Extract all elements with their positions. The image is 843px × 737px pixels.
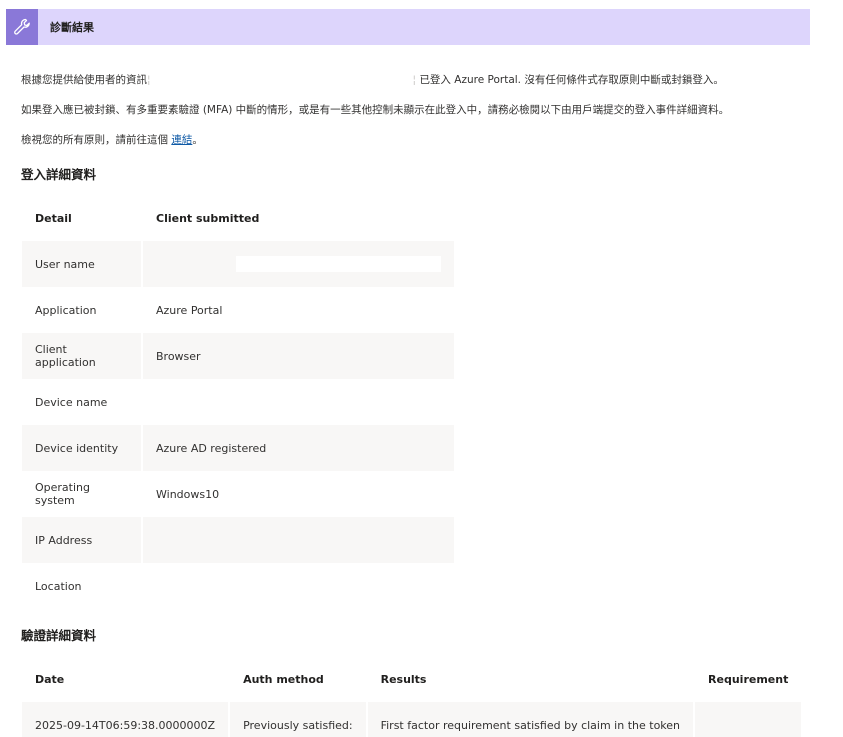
table-row: IP Address: [22, 517, 454, 563]
column-header-requirement: Requirement: [708, 672, 789, 686]
summary-line-3-suffix: 。: [192, 134, 203, 146]
table-row: Device identity Azure AD registered: [22, 425, 454, 471]
row-value: [143, 517, 454, 563]
row-label: Operating system: [35, 481, 90, 507]
summary-line-1-suffix: 已登入 Azure Portal. 沒有任何條件式存取原則中斷或封鎖登入。: [419, 74, 724, 86]
table-row: User name: [22, 241, 454, 287]
auth-details-title: 驗證詳細資料: [21, 628, 97, 643]
row-label: Device name: [35, 395, 108, 409]
summary-line-2: 如果登入應已被封鎖、有多重要素驗證 (MFA) 中斷的情形，或是有一些其他控制未…: [21, 104, 730, 116]
row-label: Location: [35, 579, 82, 593]
wrench-icon: [14, 18, 30, 35]
signin-details-header-row: Detail Client submitted: [22, 195, 454, 241]
auth-result: First factor requirement satisfied by cl…: [367, 702, 694, 737]
table-row: 2025-09-14T06:59:38.0000000Z Previously …: [22, 702, 802, 737]
row-value-user-name: [143, 241, 454, 287]
summary-line-3: 檢視您的所有原則，請前往這個 連結。: [21, 133, 203, 147]
table-row: Client application Browser: [22, 333, 454, 379]
auth-details-header-row: Date Auth method Results Requirement: [22, 656, 801, 702]
auth-details-table: Date Auth method Results Requirement 202…: [20, 656, 803, 737]
row-value: Azure AD registered: [143, 425, 454, 471]
row-value: [143, 563, 454, 609]
banner-title: 診斷結果: [50, 21, 94, 34]
auth-method: Previously satisfied:: [230, 702, 366, 737]
row-label: Client application: [22, 333, 141, 379]
summary-line-1: 根據您提供給使用者的資訊¦ ¦ 已登入 Azure Portal. 沒有任何條件式…: [21, 73, 724, 87]
policies-link[interactable]: 連結: [171, 134, 192, 146]
diagnostic-banner: 診斷結果: [6, 9, 810, 45]
redacted-user-end: ¦: [412, 74, 417, 86]
signin-details-table: Detail Client submitted User name Applic…: [20, 195, 456, 609]
column-header-results: Results: [380, 672, 427, 686]
table-row: Application Azure Portal: [22, 287, 454, 333]
row-label: Device identity: [22, 425, 141, 471]
row-value: Browser: [143, 333, 454, 379]
redacted-user-name: [236, 256, 441, 272]
column-header-detail: Detail: [35, 211, 72, 225]
row-label: IP Address: [22, 517, 141, 563]
summary-line-1-prefix: 根據您提供給使用者的資訊: [21, 74, 147, 86]
row-label: User name: [22, 241, 141, 287]
row-value: Windows10: [156, 487, 220, 501]
column-header-client-submitted: Client submitted: [156, 211, 260, 225]
redacted-user: [151, 75, 413, 85]
row-value: Azure Portal: [156, 303, 223, 317]
diagnostic-page: 診斷結果 根據您提供給使用者的資訊¦ ¦ 已登入 Azure Portal. 沒有…: [0, 0, 843, 737]
row-label: Application: [35, 303, 97, 317]
auth-requirement: [695, 702, 802, 737]
column-header-auth-method: Auth method: [243, 672, 324, 686]
banner-icon-container: [6, 9, 38, 45]
table-row: Device name: [22, 379, 454, 425]
table-row: Location: [22, 563, 454, 609]
column-header-date: Date: [35, 672, 65, 686]
signin-details-title: 登入詳細資料: [21, 167, 97, 182]
table-row: Operating system Windows10: [22, 471, 454, 517]
auth-date: 2025-09-14T06:59:38.0000000Z: [22, 702, 229, 737]
summary-line-3-prefix: 檢視您的所有原則，請前往這個: [21, 134, 168, 146]
row-value: [143, 379, 454, 425]
